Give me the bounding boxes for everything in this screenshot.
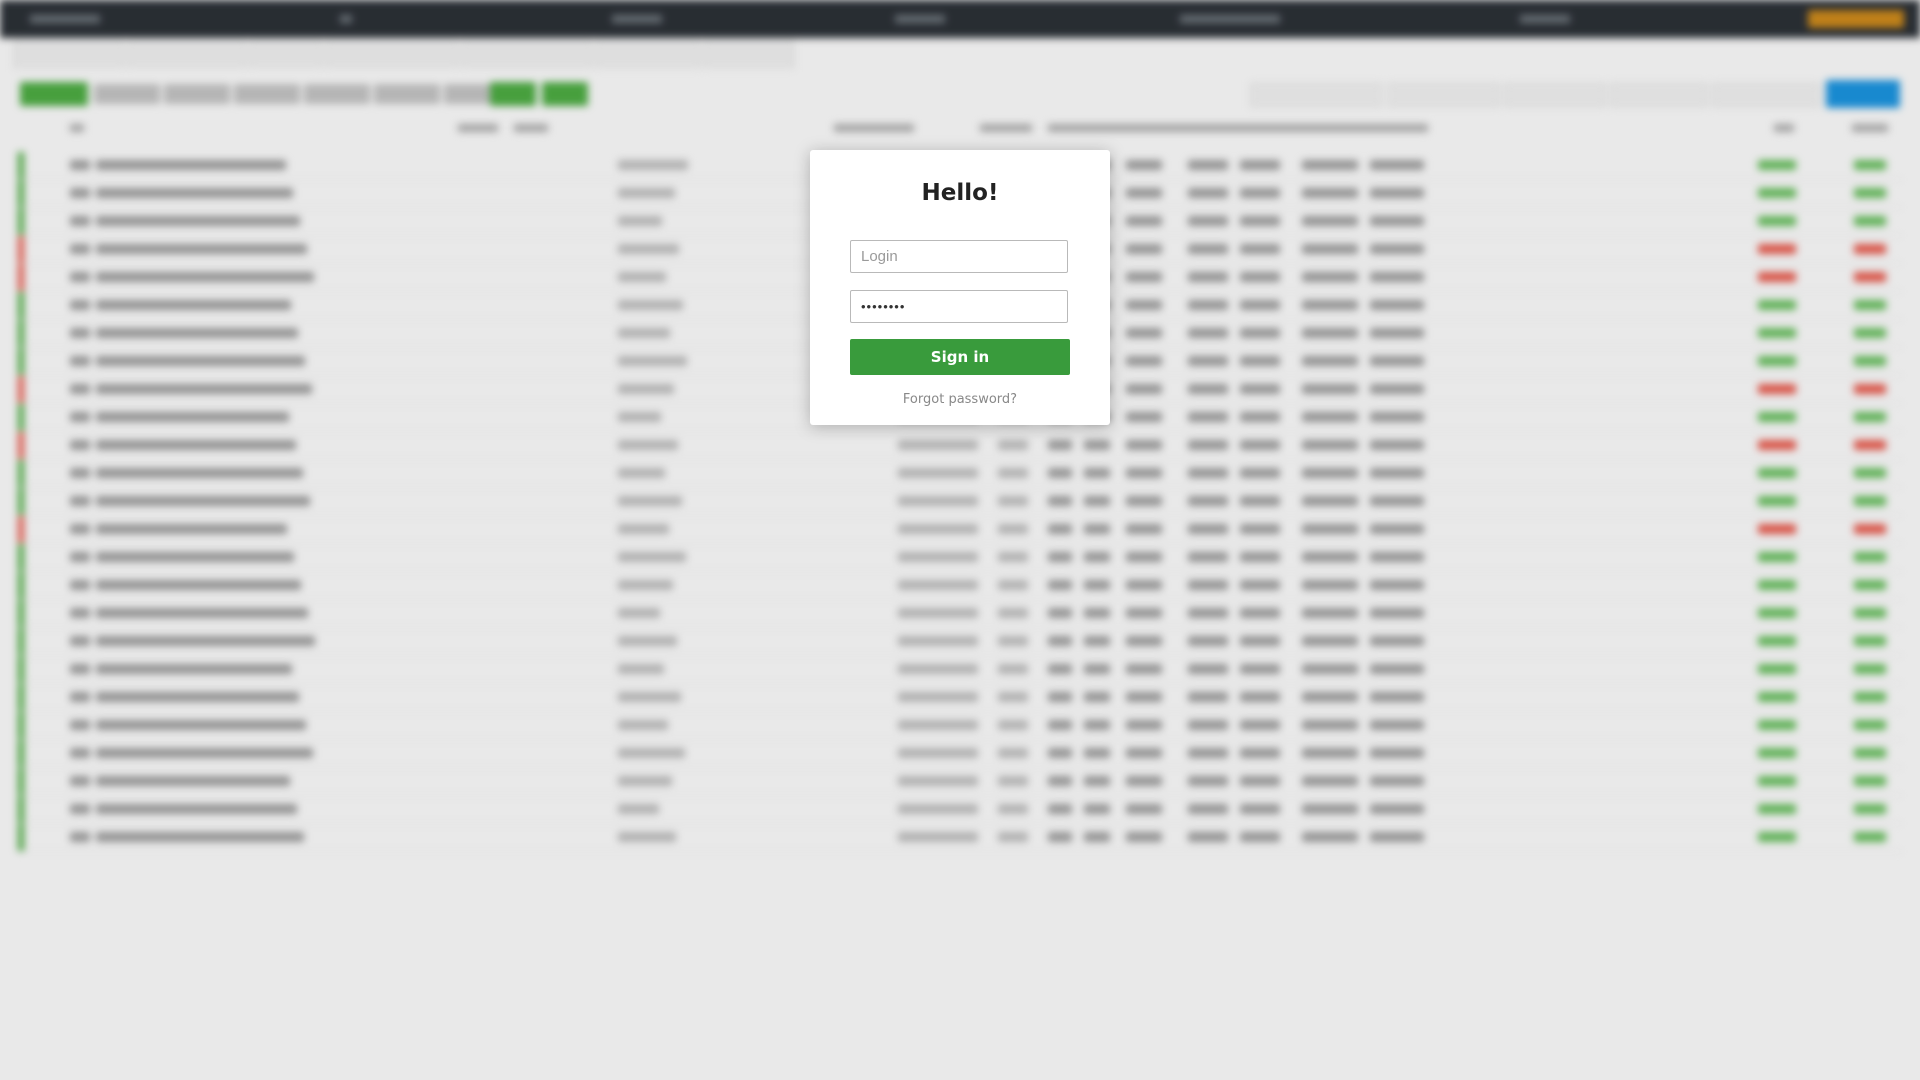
- modal-title: Hello!: [921, 180, 999, 206]
- login-modal: Hello! Sign in Forgot password?: [810, 150, 1110, 425]
- forgot-password-link[interactable]: Forgot password?: [810, 392, 1110, 407]
- login-input[interactable]: [850, 240, 1068, 273]
- sign-in-button[interactable]: Sign in: [850, 339, 1070, 375]
- password-input[interactable]: [850, 290, 1068, 323]
